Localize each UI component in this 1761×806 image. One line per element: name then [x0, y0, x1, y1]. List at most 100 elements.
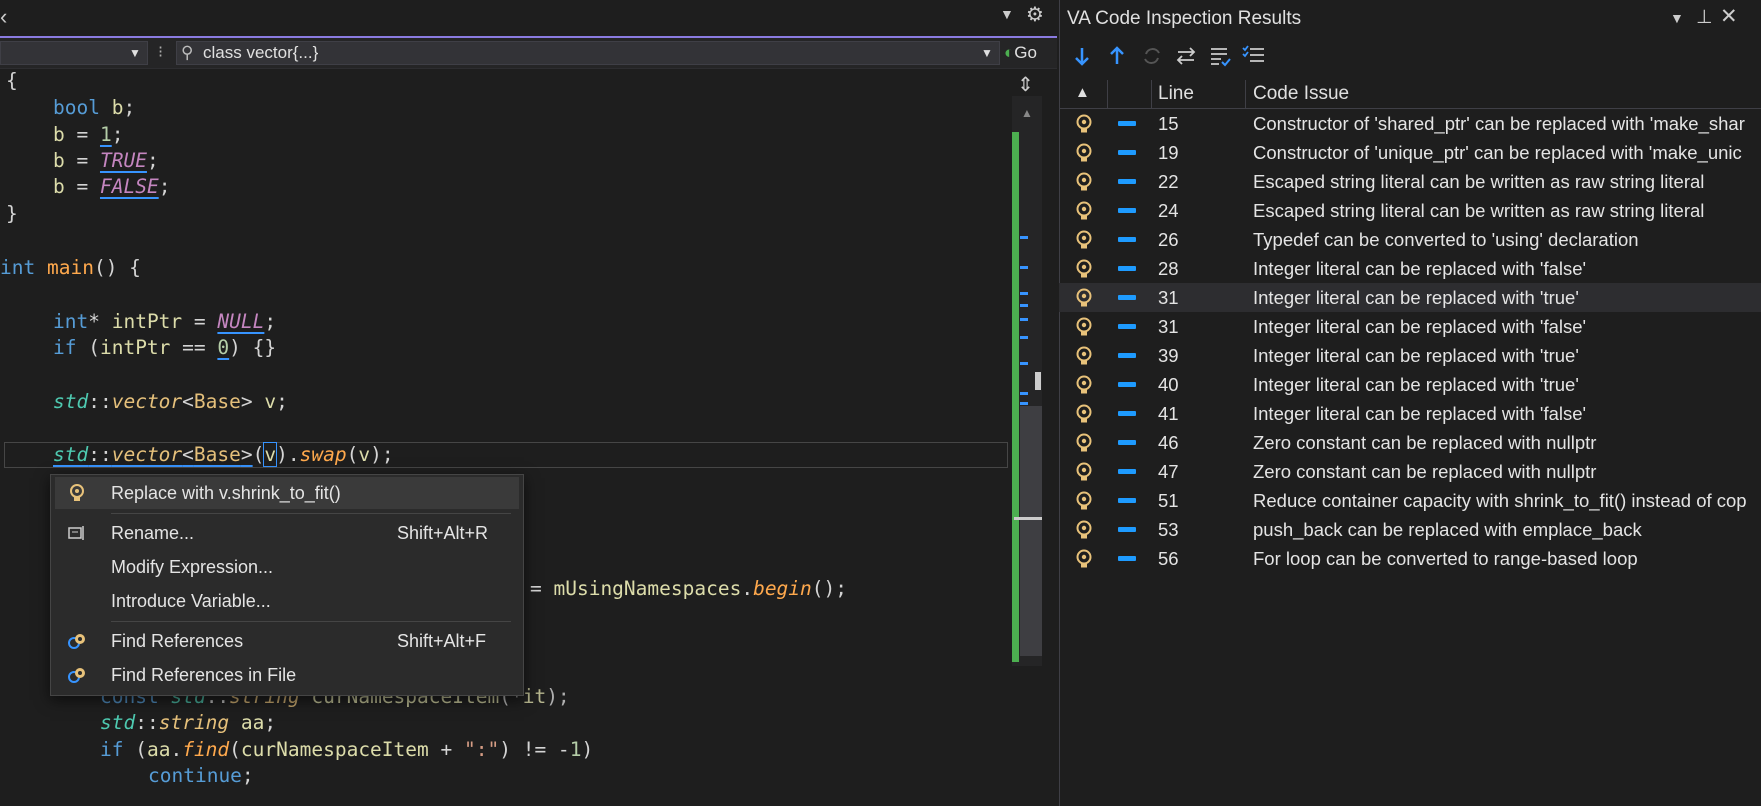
menu-item-find-references[interactable]: Find References Shift+Alt+F [55, 625, 519, 657]
previous-issue-arrow-icon[interactable] [1103, 42, 1131, 70]
panel-dropdown-icon[interactable]: ▼ [1670, 10, 1684, 26]
lightbulb-icon [1073, 113, 1095, 135]
code-line: std::vector<Base>(v).swap(v); [53, 442, 394, 467]
menu-item-shortcut: Shift+Alt+F [397, 631, 487, 651]
result-row[interactable]: 31 Integer literal can be replaced with '… [1059, 283, 1761, 312]
result-row[interactable]: 24 Escaped string literal can be written … [1059, 196, 1761, 225]
severity-dash-icon [1118, 295, 1136, 300]
result-line-number: 28 [1158, 258, 1179, 279]
lightbulb-icon [1073, 490, 1095, 512]
go-icon: ◐ [1004, 43, 1015, 62]
result-row[interactable]: 31 Integer literal can be replaced with '… [1059, 312, 1761, 341]
close-icon[interactable]: ✕ [1720, 4, 1738, 29]
lightbulb-icon [1073, 374, 1095, 396]
menu-separator [111, 621, 511, 622]
line-column-header[interactable]: Line [1158, 83, 1194, 105]
result-line-number: 31 [1158, 287, 1179, 308]
lightbulb-icon [1073, 432, 1095, 454]
scroll-marker [1020, 362, 1028, 365]
go-button[interactable]: ◐Go [1004, 41, 1037, 65]
next-issue-arrow-icon[interactable] [1068, 42, 1096, 70]
result-line-number: 51 [1158, 490, 1179, 511]
result-row[interactable]: 22 Escaped string literal can be written … [1059, 167, 1761, 196]
result-row[interactable]: 56 For loop can be converted to range-bas… [1059, 544, 1761, 573]
code-line: if (intPtr == 0) {} [53, 336, 277, 359]
filter-list-icon[interactable] [1206, 42, 1234, 70]
scroll-marker [1020, 402, 1028, 405]
result-issue-text: Constructor of 'shared_ptr' can be repla… [1253, 113, 1745, 134]
result-issue-text: For loop can be converted to range-based… [1253, 548, 1638, 569]
menu-item-replace-shrink-to-fit[interactable]: Replace with v.shrink_to_fit() [55, 477, 519, 509]
pin-icon[interactable]: ⊥ [1696, 6, 1713, 29]
menu-item-find-references-in-file[interactable]: Find References in File [55, 659, 519, 691]
result-row[interactable]: 15 Constructor of 'shared_ptr' can be rep… [1059, 109, 1761, 138]
menu-item-label: Replace with v.shrink_to_fit() [111, 483, 341, 503]
code-line: b = TRUE; [53, 149, 159, 172]
lightbulb-icon [1073, 461, 1095, 483]
severity-dash-icon [1118, 150, 1136, 155]
result-row[interactable]: 26 Typedef can be converted to 'using' de… [1059, 225, 1761, 254]
gear-icon[interactable]: ⚙ [1026, 2, 1044, 27]
menu-item-rename[interactable]: Rename... Shift+Alt+R [55, 517, 519, 549]
result-row[interactable]: 39 Integer literal can be replaced with '… [1059, 341, 1761, 370]
menu-item-label: Modify Expression... [111, 557, 274, 577]
lightbulb-icon [70, 484, 84, 501]
menu-item-modify-expression[interactable]: Modify Expression... [55, 551, 519, 583]
scroll-thumb[interactable] [1020, 406, 1042, 656]
header-divider [1107, 80, 1108, 108]
severity-dash-icon [1118, 266, 1136, 271]
class-icon: ⚲ [181, 43, 194, 62]
result-row[interactable]: 51 Reduce container capacity with shrink_… [1059, 486, 1761, 515]
sort-column-header[interactable]: ▲ [1075, 84, 1090, 101]
scope-dropdown[interactable]: ⚲ class vector{...} ▼ [176, 41, 1000, 65]
result-row[interactable]: 53 push_back can be replaced with emplace… [1059, 515, 1761, 544]
lightbulb-icon [1073, 287, 1095, 309]
context-dropdown[interactable]: ▼ [0, 41, 148, 65]
code-editor[interactable]: ‹ ▼ ⚙ ▼ ⁝ ⚲ class vector{...} ▼ ◐Go { bo… [0, 0, 1057, 806]
checklist-settings-icon[interactable] [1240, 42, 1268, 70]
result-row[interactable]: 19 Constructor of 'unique_ptr' can be rep… [1059, 138, 1761, 167]
result-row[interactable]: 28 Integer literal can be replaced with '… [1059, 254, 1761, 283]
scroll-up-arrow-icon[interactable]: ▲ [1021, 106, 1033, 120]
code-line: int main() { [0, 256, 141, 279]
result-issue-text: Typedef can be converted to 'using' decl… [1253, 229, 1639, 250]
scroll-marker [1020, 318, 1028, 321]
scroll-marker [1020, 266, 1028, 269]
severity-dash-icon [1118, 324, 1136, 329]
result-line-number: 39 [1158, 345, 1179, 366]
context-menu: Replace with v.shrink_to_fit() Rename...… [50, 474, 524, 696]
severity-dash-icon [1118, 121, 1136, 126]
code-line: std::vector<Base> v; [53, 390, 288, 413]
result-line-number: 46 [1158, 432, 1179, 453]
code-line: = mUsingNamespaces.begin(); [530, 577, 848, 600]
menu-item-introduce-variable[interactable]: Introduce Variable... [55, 585, 519, 617]
result-issue-text: Constructor of 'unique_ptr' can be repla… [1253, 142, 1742, 163]
result-row[interactable]: 41 Integer literal can be replaced with '… [1059, 399, 1761, 428]
splitter-icon[interactable]: ⁝ [158, 42, 163, 62]
result-row[interactable]: 46 Zero constant can be replaced with nul… [1059, 428, 1761, 457]
code-issue-column-header[interactable]: Code Issue [1253, 83, 1349, 105]
result-row[interactable]: 47 Zero constant can be replaced with nul… [1059, 457, 1761, 486]
chevron-down-icon: ▼ [129, 46, 141, 60]
tab-dropdown-icon[interactable]: ▼ [1000, 6, 1014, 22]
split-editor-icon[interactable]: ⇕ [1017, 72, 1034, 97]
result-issue-text: Integer literal can be replaced with 'fa… [1253, 403, 1587, 424]
severity-dash-icon [1118, 440, 1136, 445]
scroll-tabs-left-icon[interactable]: ‹ [0, 4, 7, 30]
vertical-scrollbar[interactable]: ▲ [1012, 96, 1042, 666]
swap-arrows-icon[interactable] [1172, 42, 1200, 70]
header-divider [1151, 80, 1152, 108]
code-line: continue; [148, 764, 254, 787]
result-issue-text: Escaped string literal can be written as… [1253, 200, 1705, 221]
header-divider [1245, 80, 1246, 108]
result-line-number: 47 [1158, 461, 1179, 482]
menu-separator [111, 513, 511, 514]
result-line-number: 24 [1158, 200, 1179, 221]
result-issue-text: Integer literal can be replaced with 'tr… [1253, 345, 1579, 366]
result-line-number: 31 [1158, 316, 1179, 337]
lightbulb-icon [1073, 316, 1095, 338]
scroll-marker [1020, 292, 1028, 295]
code-line: b = FALSE; [53, 175, 171, 198]
refresh-icon[interactable] [1138, 42, 1166, 70]
result-row[interactable]: 40 Integer literal can be replaced with '… [1059, 370, 1761, 399]
